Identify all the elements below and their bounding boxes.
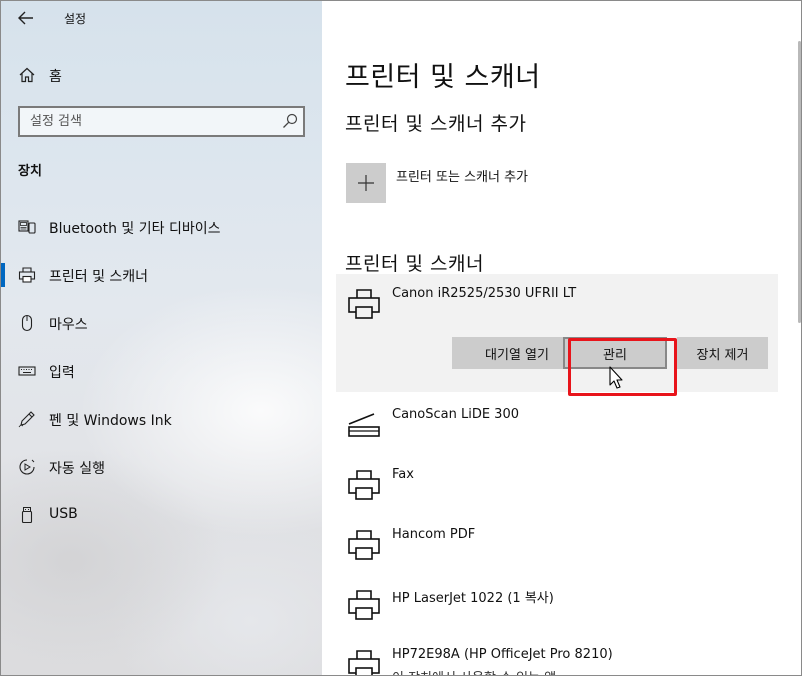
home-label: 홈: [49, 69, 62, 85]
selection-indicator: [1, 263, 5, 287]
scanner-icon: [348, 413, 380, 437]
sidebar-item-label: 입력: [49, 365, 75, 381]
printer-name: Hancom PDF: [392, 527, 476, 542]
add-printer-button[interactable]: [346, 163, 386, 203]
printer-list-item[interactable]: Hancom PDF: [336, 515, 778, 571]
search-icon[interactable]: [282, 113, 298, 129]
search-input[interactable]: [30, 112, 270, 131]
sidebar-item-typing[interactable]: 입력: [1, 351, 322, 391]
sidebar-item-label: Bluetooth 및 기타 디바이스: [49, 221, 221, 237]
printer-icon: [348, 590, 380, 620]
selected-printer-card[interactable]: Canon iR2525/2530 UFRII LT 대기열 열기 관리 장치 …: [336, 274, 778, 392]
printer-name: Canon iR2525/2530 UFRII LT: [392, 286, 577, 301]
scrollbar[interactable]: [798, 41, 801, 323]
printer-icon: [348, 289, 380, 319]
list-section-title: 프린터 및 스캐너: [345, 253, 484, 275]
autoplay-icon: [19, 459, 35, 475]
sidebar-item-usb[interactable]: USB: [1, 495, 322, 535]
remove-device-button[interactable]: 장치 제거: [677, 337, 768, 369]
back-arrow-icon: [18, 11, 33, 25]
settings-window: 설정 홈 장치 Bluetooth 및 기타 디바이스: [0, 0, 802, 676]
printer-name: CanoScan LiDE 300: [392, 407, 519, 422]
pen-icon: [18, 411, 35, 428]
sidebar-item-label: 자동 실행: [49, 461, 105, 477]
printer-list-item[interactable]: Fax: [336, 455, 778, 511]
sidebar: 설정 홈 장치 Bluetooth 및 기타 디바이스: [1, 1, 322, 675]
main-content: 프린터 및 스캐너 프린터 및 스캐너 추가 프린터 또는 스캐너 추가 프린터…: [322, 1, 801, 675]
printer-icon: [348, 530, 380, 560]
sidebar-item-home[interactable]: 홈: [1, 59, 322, 91]
sidebar-item-bluetooth[interactable]: Bluetooth 및 기타 디바이스: [1, 207, 322, 247]
plus-icon: [358, 175, 374, 191]
printer-name: HP72E98A (HP OfficeJet Pro 8210): [392, 647, 613, 662]
back-button[interactable]: [11, 5, 41, 31]
add-printer-label[interactable]: 프린터 또는 스캐너 추가: [396, 166, 528, 185]
printer-list-item[interactable]: HP72E98A (HP OfficeJet Pro 8210) 이 장치에서 …: [336, 635, 778, 675]
sidebar-item-autoplay[interactable]: 자동 실행: [1, 447, 322, 487]
printer-name: Fax: [392, 467, 414, 482]
sidebar-item-mouse[interactable]: 마우스: [1, 303, 322, 343]
page-title: 프린터 및 스캐너: [345, 62, 541, 93]
printer-list-item[interactable]: HP LaserJet 1022 (1 복사): [336, 575, 778, 631]
sidebar-item-label: 펜 및 Windows Ink: [49, 413, 172, 429]
sidebar-item-pen[interactable]: 펜 및 Windows Ink: [1, 399, 322, 439]
printer-icon: [348, 650, 380, 675]
sidebar-item-label: USB: [49, 506, 78, 522]
home-icon: [19, 67, 35, 83]
keyboard-icon: [18, 366, 36, 376]
mouse-cursor-icon: [609, 366, 623, 389]
printer-name: HP LaserJet 1022 (1 복사): [392, 591, 554, 606]
sidebar-item-label: 마우스: [49, 317, 88, 333]
add-section-title: 프린터 및 스캐너 추가: [345, 113, 527, 135]
printer-list-item[interactable]: CanoScan LiDE 300: [336, 395, 778, 451]
section-heading: 장치: [18, 164, 42, 179]
bluetooth-devices-icon: [18, 220, 36, 234]
usb-icon: [21, 507, 33, 524]
printer-icon: [348, 470, 380, 500]
sidebar-item-printers[interactable]: 프린터 및 스캐너: [1, 255, 322, 295]
mouse-icon: [21, 314, 33, 332]
sidebar-item-label: 프린터 및 스캐너: [49, 269, 149, 285]
app-title: 설정: [64, 12, 87, 26]
printer-subtext: 이 장치에서 사용할 수 있는 앱: [392, 667, 556, 675]
printer-icon: [18, 267, 36, 283]
search-box[interactable]: [18, 106, 305, 137]
